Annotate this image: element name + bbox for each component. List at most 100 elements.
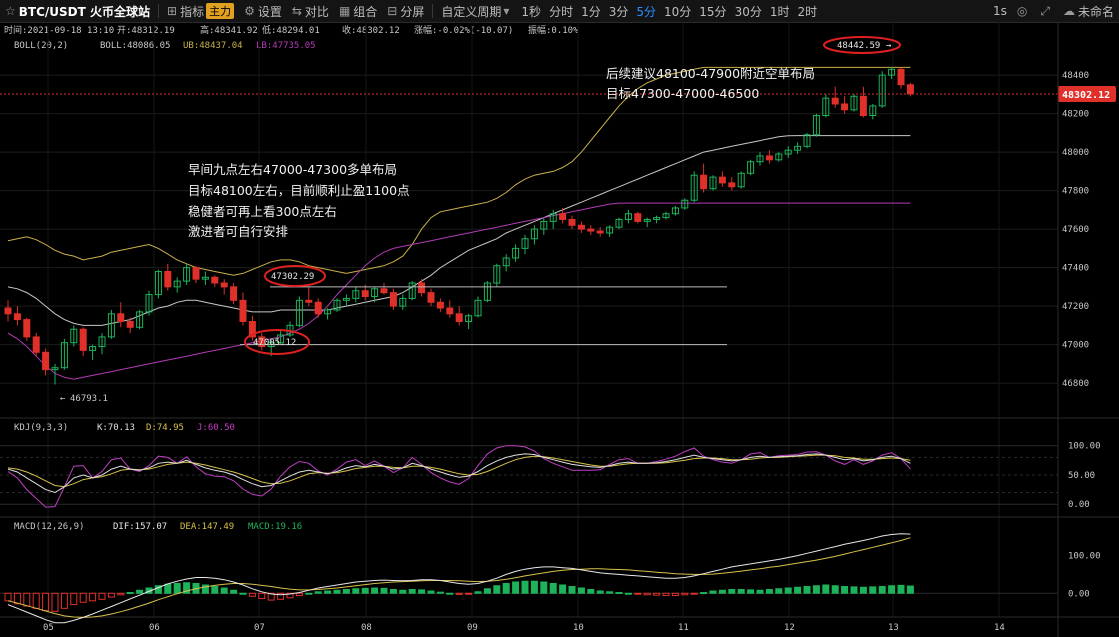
macd-bar xyxy=(23,592,31,607)
macd-bar xyxy=(784,587,792,594)
macd-legend-name[interactable]: MACD(12,26,9) xyxy=(14,522,84,532)
candle-body xyxy=(361,290,369,297)
candle-body xyxy=(126,321,134,328)
kdj-y-tick-label: 100.00 xyxy=(1068,442,1101,452)
macd-bar xyxy=(371,587,379,594)
kline-chart[interactable]: 时间:2021-09-18 13:10 开:48312.19 高:48341.9… xyxy=(0,0,1119,637)
candle-body xyxy=(718,176,726,184)
boll-legend-lb: LB:47735.05 xyxy=(256,41,316,51)
macd-y-tick-label: 0.00 xyxy=(1068,589,1090,599)
info-open: 开:48312.19 xyxy=(117,25,175,36)
macd-histogram xyxy=(4,580,914,612)
candle-body xyxy=(897,68,905,86)
mark-low: ← 46793.1 xyxy=(60,394,108,404)
macd-bar xyxy=(831,585,839,594)
x-tick-label: 06 xyxy=(149,623,160,633)
candle-body xyxy=(596,230,604,234)
candle-body xyxy=(427,292,435,303)
macd-bar xyxy=(258,592,266,600)
boll-legend-mid: BOLL:48086.05 xyxy=(100,41,170,51)
macd-bar xyxy=(841,585,849,594)
macd-bar xyxy=(408,589,416,594)
y-tick-label: 48400 xyxy=(1062,71,1089,81)
left-annotation-line: 早间九点左右47000-47300多单布局 xyxy=(188,162,397,177)
macd-bar xyxy=(502,582,510,594)
candle-body xyxy=(211,276,219,284)
macd-bar xyxy=(606,591,614,594)
candle-body xyxy=(841,103,849,111)
macd-bar xyxy=(107,592,115,598)
macd-bar xyxy=(690,592,698,595)
candle-body xyxy=(192,267,200,280)
macd-legend-macd: MACD:19.16 xyxy=(248,522,302,532)
macd-bar xyxy=(436,591,444,594)
x-tick-label: 05 xyxy=(43,623,54,633)
right-annotation: 后续建议48100-47900附近空单布局 目标47300-47000-4650… xyxy=(606,66,815,101)
macd-bar xyxy=(700,592,708,595)
x-tick-label: 09 xyxy=(467,623,478,633)
macd-bar xyxy=(512,581,520,594)
candle-body xyxy=(831,97,839,105)
right-annotation-line: 后续建议48100-47900附近空单布局 xyxy=(606,66,815,81)
macd-bar xyxy=(587,589,595,594)
info-change: 涨幅:-0.02%(-10.07) xyxy=(414,24,513,36)
macd-bar xyxy=(888,585,896,594)
mark-47302: 47302.29 xyxy=(264,265,326,287)
macd-bar xyxy=(559,584,567,594)
macd-y-axis: 0.00 100.00 xyxy=(1068,552,1101,600)
kdj-y-tick-label: 50.00 xyxy=(1068,471,1095,481)
candle-body xyxy=(117,313,125,323)
x-tick-label: 07 xyxy=(254,623,265,633)
boll-legend-name[interactable]: BOLL(20,2) xyxy=(14,41,68,51)
macd-bar xyxy=(136,589,144,594)
macd-bar xyxy=(333,589,341,594)
mark-47302-label: 47302.29 xyxy=(271,272,314,282)
macd-bar xyxy=(850,586,858,594)
macd-bar xyxy=(756,589,764,594)
y-tick-label: 48000 xyxy=(1062,148,1089,158)
macd-bar xyxy=(220,587,228,594)
kdj-d-line xyxy=(7,454,911,488)
candle-body xyxy=(906,84,914,95)
candle-body xyxy=(568,218,576,226)
arrow-left-icon: ← xyxy=(60,394,66,404)
kdj-legend-name[interactable]: KDJ(9,3,3) xyxy=(14,423,68,433)
mark-low-label: 46793.1 xyxy=(70,394,108,404)
macd-legend-dif: DIF:157.07 xyxy=(113,522,167,532)
macd-bar xyxy=(737,589,745,594)
kdj-j-line xyxy=(7,445,911,508)
macd-bar xyxy=(803,585,811,594)
candle-body xyxy=(389,292,397,307)
info-high: 高:48341.92 xyxy=(200,24,258,36)
macd-bar xyxy=(624,592,632,595)
boll-lines xyxy=(7,66,911,380)
candle-body xyxy=(700,174,708,190)
kdj-legend: KDJ(9,3,3) K:70.13 D:74.95 J:60.50 xyxy=(14,423,235,433)
kdj-y-tick-label: 0.00 xyxy=(1068,500,1090,510)
macd-bar xyxy=(295,592,303,597)
y-tick-label: 47400 xyxy=(1062,264,1089,274)
x-axis: 05 06 07 08 09 10 11 12 13 14 xyxy=(43,623,1005,633)
boll-upper-line xyxy=(7,66,911,276)
macd-bar xyxy=(794,586,802,594)
macd-bar xyxy=(70,592,78,606)
macd-bar xyxy=(662,592,670,597)
candle-body xyxy=(559,213,567,220)
macd-bar xyxy=(634,592,642,595)
left-annotation: 早间九点左右47000-47300多单布局 目标48100左右，目前顺利止盈11… xyxy=(188,162,410,239)
macd-bar xyxy=(615,592,623,595)
x-tick-label: 14 xyxy=(994,623,1005,633)
macd-bar xyxy=(173,582,181,594)
macd-bar xyxy=(906,585,914,594)
candles xyxy=(4,66,914,385)
candle-body xyxy=(446,307,454,315)
x-tick-label: 11 xyxy=(678,623,689,633)
candle-body xyxy=(164,270,172,288)
kdj-legend-k: K:70.13 xyxy=(97,423,135,433)
y-tick-label: 48200 xyxy=(1062,110,1089,120)
macd-bar xyxy=(568,585,576,594)
candle-body xyxy=(436,301,444,309)
arrow-right-icon: → xyxy=(886,41,892,51)
candle-body xyxy=(13,313,21,321)
macd-bar xyxy=(51,592,59,612)
